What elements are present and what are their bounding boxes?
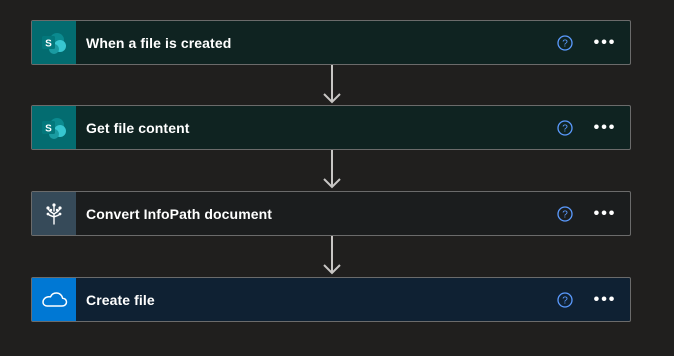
step-title: Create file [86,291,155,308]
help-icon[interactable]: ? [550,278,580,321]
sharepoint-icon: S [32,21,76,64]
more-options-icon[interactable]: ••• [580,21,630,64]
step-card-create-file[interactable]: Create file ? ••• [31,277,631,322]
svg-text:?: ? [562,38,568,49]
step-title: When a file is created [86,34,232,51]
step-title: Convert InfoPath document [86,205,273,222]
more-options-icon[interactable]: ••• [580,278,630,321]
connector-arrow [323,150,341,189]
step-title: Get file content [86,119,190,136]
svg-text:?: ? [562,123,568,134]
sharepoint-icon: S [32,106,76,149]
help-icon[interactable]: ? [550,192,580,235]
step-card-when-file-created[interactable]: S When a file is created ? ••• [31,20,631,65]
more-options-icon[interactable]: ••• [580,106,630,149]
svg-text:?: ? [562,295,568,306]
svg-text:S: S [45,38,52,49]
more-options-icon[interactable]: ••• [580,192,630,235]
svg-text:?: ? [562,209,568,220]
onedrive-icon [32,278,76,321]
step-card-get-file-content[interactable]: S Get file content ? ••• [31,105,631,150]
flow-canvas: S When a file is created ? ••• S Get fil… [0,0,674,356]
help-icon[interactable]: ? [550,21,580,64]
connector-arrow [323,236,341,275]
help-icon[interactable]: ? [550,106,580,149]
svg-text:S: S [45,123,52,134]
infopath-converter-icon [32,192,76,235]
connector-arrow [323,65,341,104]
step-card-convert-infopath[interactable]: Convert InfoPath document ? ••• [31,191,631,236]
